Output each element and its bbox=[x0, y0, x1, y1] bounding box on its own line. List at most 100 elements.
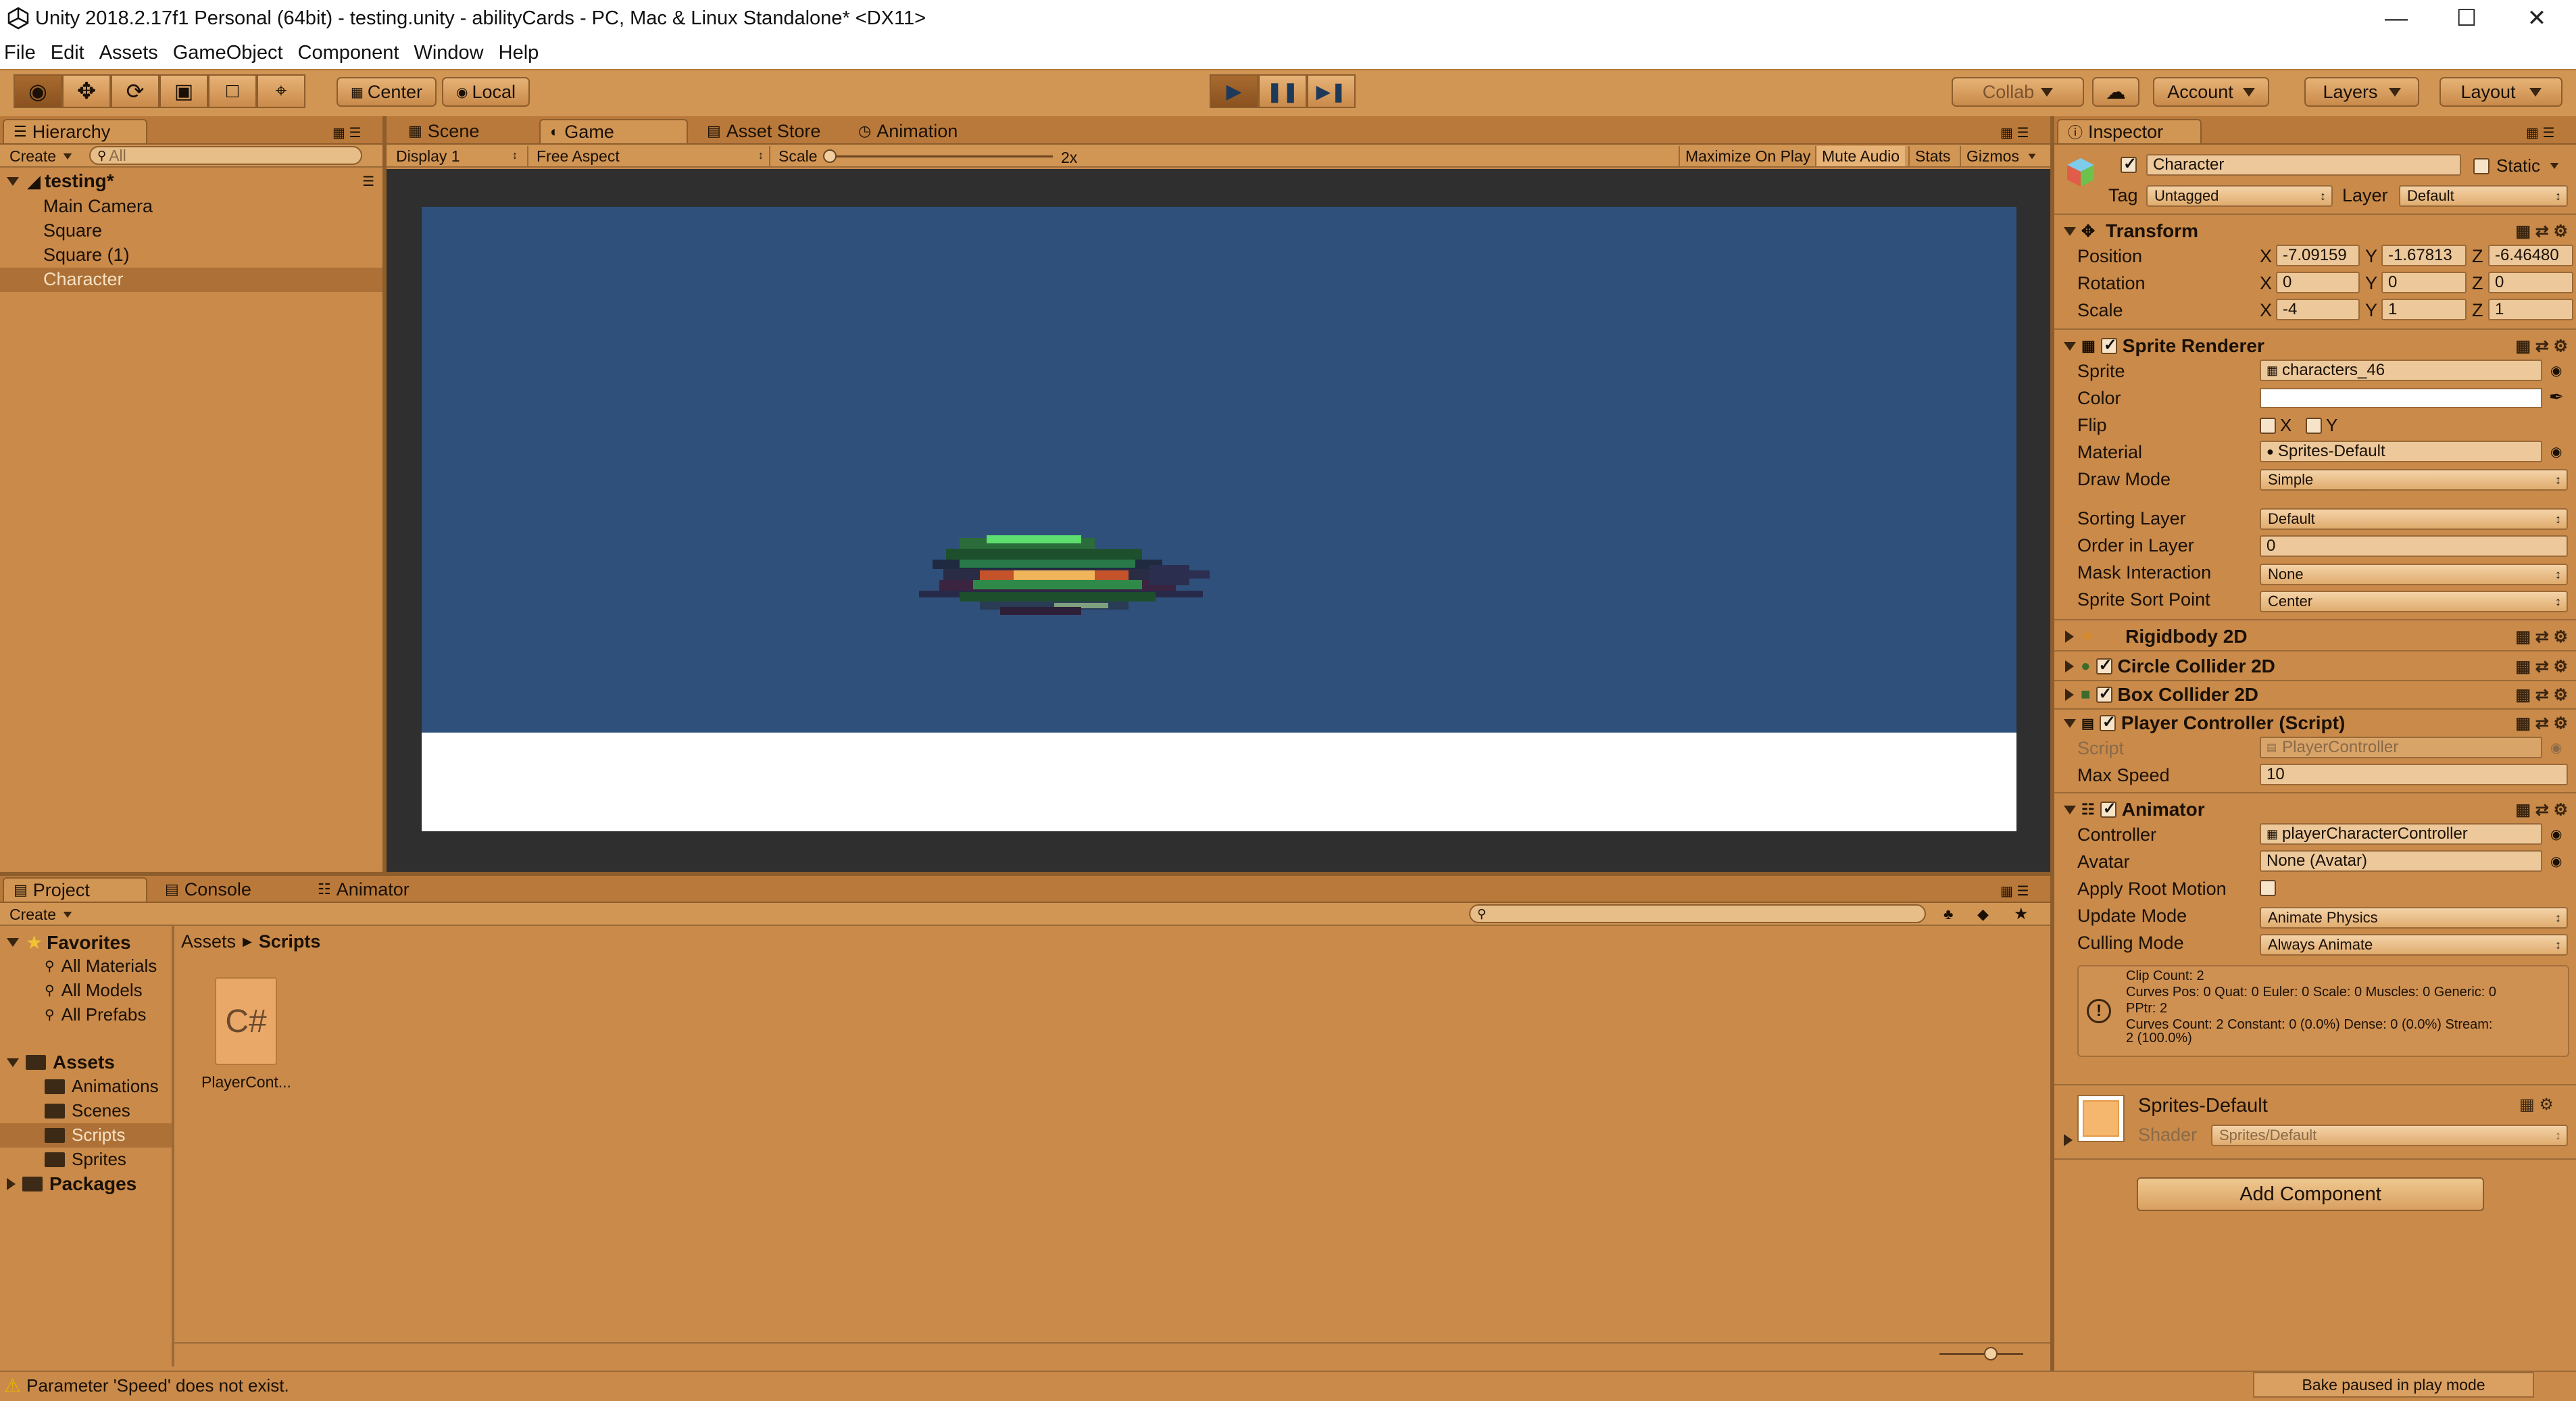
panel-menu-icon[interactable]: ▦ ☰ bbox=[332, 124, 361, 141]
hierarchy-item-main-camera[interactable]: Main Camera bbox=[43, 196, 153, 217]
icon-size-slider-track[interactable] bbox=[1939, 1353, 2023, 1355]
assets-header[interactable]: Assets bbox=[7, 1052, 115, 1073]
flip-x-toggle[interactable]: X bbox=[2260, 415, 2292, 436]
tab-asset-store[interactable]: ▤ Asset Store bbox=[697, 119, 830, 143]
apply-root-motion-checkbox[interactable] bbox=[2260, 880, 2276, 896]
panel-menu-icon[interactable]: ▦ ☰ bbox=[2000, 883, 2029, 900]
add-component-button[interactable]: Add Component bbox=[2137, 1177, 2484, 1211]
csharp-file-icon[interactable]: C# bbox=[215, 977, 277, 1065]
material-settings-icon[interactable]: ▦ ⚙ bbox=[2519, 1095, 2554, 1114]
material-field[interactable]: ● Sprites-Default bbox=[2260, 441, 2542, 462]
rect-tool-button[interactable]: □ bbox=[208, 74, 257, 108]
component-settings-icon[interactable]: ▦ ⇄ ⚙ bbox=[2515, 714, 2568, 733]
rotation-y-field[interactable]: 0 bbox=[2381, 272, 2467, 293]
pivot-center-button[interactable]: ▦ Center bbox=[337, 77, 437, 107]
rigidbody-2d-header[interactable]: ✦ Rigidbody 2D ▦ ⇄ ⚙ bbox=[2058, 623, 2576, 650]
sprite-sort-point-dropdown[interactable]: Center bbox=[2260, 591, 2568, 612]
stats-toggle[interactable]: Stats bbox=[1908, 146, 1956, 166]
tab-scene[interactable]: ▦ Scene bbox=[399, 119, 489, 143]
project-tree-divider[interactable] bbox=[172, 926, 174, 1367]
position-z-field[interactable]: -6.46480 bbox=[2488, 245, 2573, 266]
folder-scenes[interactable]: Scenes bbox=[45, 1100, 130, 1121]
hierarchy-search-input[interactable]: ⚲ All bbox=[89, 146, 362, 165]
tab-project[interactable]: ▤ Project bbox=[3, 877, 147, 902]
file-name-label[interactable]: PlayerCont... bbox=[201, 1073, 291, 1091]
mute-audio-toggle[interactable]: Mute Audio bbox=[1815, 146, 1906, 166]
max-speed-field[interactable]: 10 bbox=[2260, 764, 2568, 785]
close-button[interactable]: ✕ bbox=[2502, 0, 2572, 36]
icon-size-slider-handle[interactable] bbox=[1984, 1347, 1998, 1360]
player-controller-enabled-checkbox[interactable] bbox=[2099, 712, 2116, 732]
layer-dropdown[interactable]: Default bbox=[2399, 185, 2568, 207]
object-picker-icon[interactable]: ◉ bbox=[2550, 362, 2562, 379]
status-message[interactable]: ⚠ Parameter 'Speed' does not exist. bbox=[4, 1375, 289, 1397]
menu-edit[interactable]: Edit bbox=[51, 42, 84, 64]
scene-root-row[interactable]: ◢ testing* ☰ bbox=[0, 169, 382, 193]
tab-hierarchy[interactable]: ☰ Hierarchy bbox=[3, 119, 147, 143]
box-collider-enabled-checkbox[interactable] bbox=[2096, 684, 2112, 704]
label-icon[interactable]: ◆ bbox=[1977, 906, 1989, 923]
hierarchy-item-character[interactable]: Character bbox=[43, 269, 124, 290]
scale-y-field[interactable]: 1 bbox=[2381, 299, 2467, 320]
shader-dropdown[interactable]: Sprites/Default bbox=[2211, 1125, 2568, 1146]
menu-file[interactable]: File bbox=[4, 42, 36, 64]
object-picker-icon[interactable]: ◉ bbox=[2550, 853, 2562, 870]
layers-dropdown[interactable]: Layers bbox=[2304, 77, 2419, 107]
sprite-renderer-enabled-checkbox[interactable] bbox=[2100, 335, 2117, 355]
scale-x-field[interactable]: -4 bbox=[2276, 299, 2360, 320]
breadcrumb-assets[interactable]: Assets bbox=[181, 931, 236, 952]
tab-console[interactable]: ▤ Console bbox=[155, 877, 261, 902]
sorting-layer-dropdown[interactable]: Default bbox=[2260, 508, 2568, 530]
tab-game[interactable]: ◐ Game bbox=[539, 119, 688, 143]
rotation-z-field[interactable]: 0 bbox=[2488, 272, 2573, 293]
display-dropdown[interactable]: Display 1 ↕ bbox=[396, 146, 522, 166]
hand-tool-button[interactable]: ◉ bbox=[14, 74, 62, 108]
avatar-field[interactable]: None (Avatar) bbox=[2260, 850, 2542, 872]
component-settings-icon[interactable]: ▦ ⇄ ⚙ bbox=[2515, 627, 2568, 647]
pause-button[interactable]: ❚❚ bbox=[1258, 74, 1307, 108]
scene-menu-icon[interactable]: ☰ bbox=[362, 173, 374, 190]
panel-menu-icon[interactable]: ▦ ☰ bbox=[2526, 124, 2554, 141]
draw-mode-dropdown[interactable]: Simple bbox=[2260, 469, 2568, 491]
breadcrumb-scripts[interactable]: Scripts bbox=[259, 931, 321, 952]
favorite-star-icon[interactable]: ★ bbox=[2014, 904, 2029, 924]
static-checkbox[interactable] bbox=[2473, 157, 2490, 174]
animator-enabled-checkbox[interactable] bbox=[2100, 799, 2116, 818]
component-settings-icon[interactable]: ▦ ⇄ ⚙ bbox=[2515, 222, 2568, 241]
component-settings-icon[interactable]: ▦ ⇄ ⚙ bbox=[2515, 685, 2568, 705]
pivot-local-button[interactable]: ◉ Local bbox=[442, 77, 530, 107]
eyedropper-icon[interactable]: ✒ bbox=[2549, 387, 2564, 408]
favorite-all-models[interactable]: ⚲ All Models bbox=[45, 980, 143, 1001]
scale-slider-handle[interactable] bbox=[823, 149, 837, 163]
gizmos-dropdown[interactable]: Gizmos bbox=[1960, 146, 2050, 166]
folder-scripts[interactable]: Scripts bbox=[45, 1125, 125, 1146]
menu-window[interactable]: Window bbox=[414, 42, 483, 64]
circle-collider-header[interactable]: ●Circle Collider 2D▦ ⇄ ⚙ bbox=[2058, 653, 2576, 680]
game-sky[interactable] bbox=[422, 207, 2016, 733]
object-picker-icon[interactable]: ◉ bbox=[2550, 443, 2562, 460]
splitter-right[interactable] bbox=[2050, 116, 2054, 1371]
flip-y-checkbox[interactable] bbox=[2306, 417, 2322, 434]
component-settings-icon[interactable]: ▦ ⇄ ⚙ bbox=[2515, 337, 2568, 356]
mask-interaction-dropdown[interactable]: None bbox=[2260, 564, 2568, 585]
active-checkbox[interactable] bbox=[2121, 154, 2137, 174]
menu-gameobject[interactable]: GameObject bbox=[173, 42, 283, 64]
panel-menu-icon[interactable]: ▦ ☰ bbox=[2000, 124, 2029, 141]
maximize-button[interactable]: ☐ bbox=[2431, 0, 2502, 36]
scale-slider-track[interactable] bbox=[828, 155, 1053, 157]
object-picker-icon[interactable]: ◉ bbox=[2550, 826, 2562, 843]
component-settings-icon[interactable]: ▦ ⇄ ⚙ bbox=[2515, 800, 2568, 820]
order-in-layer-field[interactable]: 0 bbox=[2260, 535, 2568, 557]
menu-help[interactable]: Help bbox=[499, 42, 539, 64]
static-toggle[interactable]: Static bbox=[2473, 155, 2560, 176]
filter-type-icon[interactable]: ♣ bbox=[1943, 906, 1953, 923]
flip-y-toggle[interactable]: Y bbox=[2306, 415, 2337, 436]
favorite-all-materials[interactable]: ⚲ All Materials bbox=[45, 956, 157, 977]
color-swatch[interactable] bbox=[2260, 388, 2542, 408]
favorite-all-prefabs[interactable]: ⚲ All Prefabs bbox=[45, 1004, 146, 1025]
update-mode-dropdown[interactable]: Animate Physics bbox=[2260, 907, 2568, 929]
transform-header[interactable]: ✥ Transform ▦ ⇄ ⚙ bbox=[2058, 218, 2576, 245]
culling-mode-dropdown[interactable]: Always Animate bbox=[2260, 934, 2568, 956]
rotation-x-field[interactable]: 0 bbox=[2276, 272, 2360, 293]
controller-field[interactable]: ▦ playerCharacterController bbox=[2260, 823, 2542, 845]
